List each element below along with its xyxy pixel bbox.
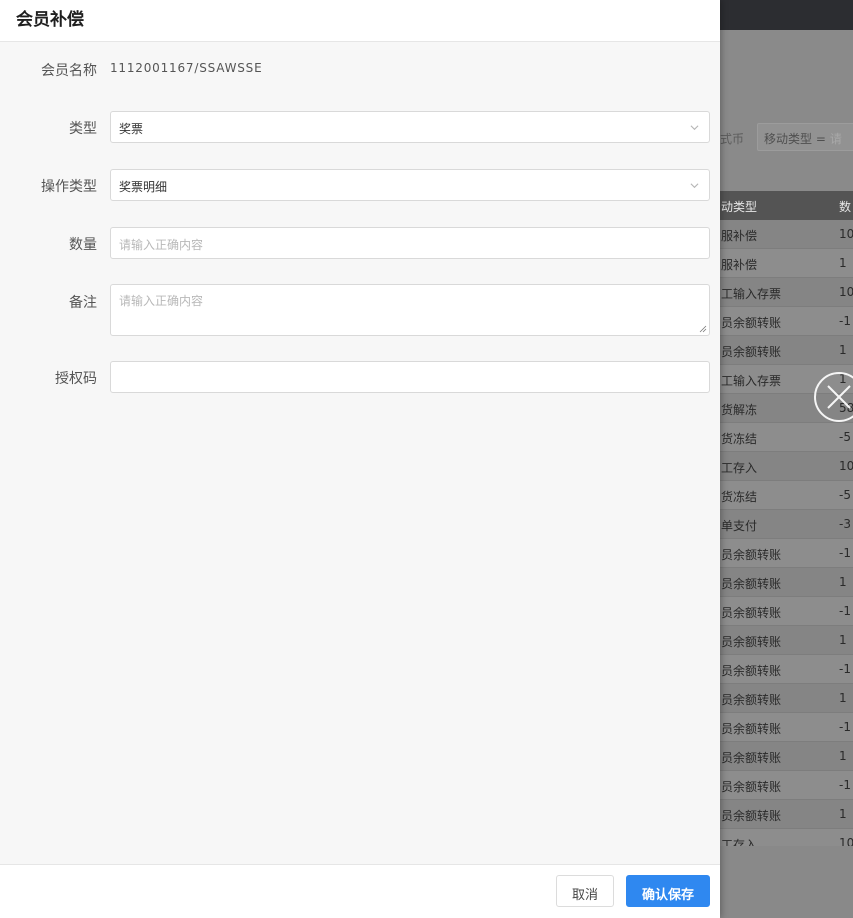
background-table-row: 服补偿 1 [720, 249, 853, 278]
move-type-cell: 工输入存票 [721, 287, 782, 301]
move-type-cell: 货冻结 [721, 432, 758, 446]
header-cell: 动类型 [721, 200, 758, 214]
quantity-label: 数量 [69, 237, 97, 253]
move-type-cell: 服补偿 [721, 258, 758, 272]
type-label: 类型 [69, 121, 97, 137]
quantity-cell: 1 [839, 633, 847, 647]
background-table: 动类型 数 服补偿 10 服补偿 1 工输入存票 10 员余额转账 -1 员余额转账 1 工输入存票… [720, 191, 853, 846]
background-table-row: 员余额转账 -1 [720, 771, 853, 800]
background-table-row: 单支付 -3 [720, 510, 853, 539]
background-table-row: 工存入 10 [720, 829, 853, 846]
auth-code-label: 授权码 [55, 371, 97, 387]
move-type-cell: 员余额转账 [721, 577, 782, 591]
background-table-row: 员余额转账 -1 [720, 655, 853, 684]
move-type-cell: 员余额转账 [721, 606, 782, 620]
background-table-row: 员余额转账 1 [720, 800, 853, 829]
quantity-cell: 1 [839, 575, 847, 589]
background-filter-tail: 式币 [720, 132, 745, 146]
background-table-row: 员余额转账 -1 [720, 539, 853, 568]
quantity-cell: -1 [839, 314, 851, 328]
background-table-row: 工输入存票 10 [720, 278, 853, 307]
move-type-filter-placeholder: 请 [829, 132, 842, 146]
move-type-cell: 货冻结 [721, 490, 758, 504]
move-type-cell: 员余额转账 [721, 664, 782, 678]
quantity-cell: -1 [839, 720, 851, 734]
member-name-value: 1112001167/SSAWSSE [110, 61, 263, 75]
quantity-cell: -5 [839, 430, 851, 444]
move-type-cell: 员余额转账 [721, 751, 782, 765]
background-table-row: 员余额转账 1 [720, 684, 853, 713]
background-table-body: 服补偿 10 服补偿 1 工输入存票 10 员余额转账 -1 员余额转账 1 工输入存票 1 货解冻 58… [720, 220, 853, 846]
background-table-row: 工存入 10 [720, 452, 853, 481]
move-type-cell: 工存入 [721, 461, 758, 475]
quantity-cell: -1 [839, 778, 851, 792]
background-table-row: 服补偿 10 [720, 220, 853, 249]
move-type-cell: 工输入存票 [721, 374, 782, 388]
background-table-row: 货冻结 -5 [720, 423, 853, 452]
quantity-cell: -1 [839, 546, 851, 560]
close-icon [827, 385, 851, 409]
move-type-cell: 工存入 [721, 838, 758, 846]
background-filter: 式币 移动类型 = 请 [720, 123, 853, 153]
remark-label: 备注 [69, 295, 97, 311]
background-table-row: 员余额转账 1 [720, 568, 853, 597]
type-select[interactable]: 奖票 [110, 111, 710, 143]
background-table-row: 员余额转账 1 [720, 742, 853, 771]
move-type-cell: 员余额转账 [721, 809, 782, 823]
drawer-title: 会员补偿 [16, 10, 84, 30]
move-type-cell: 服补偿 [721, 229, 758, 243]
quantity-cell: 1 [839, 749, 847, 763]
resize-handle-icon[interactable] [699, 325, 707, 333]
move-type-cell: 员余额转账 [721, 722, 782, 736]
remark-textarea[interactable]: 请输入正确内容 [110, 284, 710, 336]
quantity-cell: -5 [839, 488, 851, 502]
background-table-row: 员余额转账 -1 [720, 597, 853, 626]
type-select-value: 奖票 [119, 122, 144, 136]
quantity-cell: -1 [839, 662, 851, 676]
quantity-placeholder: 请输入正确内容 [119, 238, 204, 252]
quantity-cell: -3 [839, 517, 851, 531]
background-table-header: 动类型 数 [720, 191, 853, 220]
quantity-cell: 10 [839, 836, 853, 846]
quantity-input[interactable]: 请输入正确内容 [110, 227, 710, 259]
move-type-cell: 单支付 [721, 519, 758, 533]
chevron-down-icon [690, 125, 699, 131]
move-type-filter-label: 移动类型 = [764, 132, 826, 146]
move-type-cell: 员余额转账 [721, 548, 782, 562]
quantity-cell: -1 [839, 604, 851, 618]
background-table-row: 员余额转账 1 [720, 626, 853, 655]
quantity-cell: 1 [839, 807, 847, 821]
quantity-cell: 1 [839, 343, 847, 357]
member-name-label: 会员名称 [41, 63, 97, 79]
operation-type-select-value: 奖票明细 [119, 180, 168, 194]
header-cell: 数 [839, 200, 852, 214]
background-table-row: 货冻结 -5 [720, 481, 853, 510]
background-table-row: 员余额转账 -1 [720, 713, 853, 742]
move-type-cell: 员余额转账 [721, 345, 782, 359]
background-table-row: 员余额转账 1 [720, 336, 853, 365]
background-footer [720, 846, 853, 918]
move-type-filter: 移动类型 = 请 [757, 123, 853, 151]
quantity-cell: 10 [839, 227, 853, 241]
move-type-cell: 员余额转账 [721, 693, 782, 707]
confirm-save-button[interactable]: 确认保存 [626, 875, 710, 907]
member-compensation-drawer: 会员补偿 会员名称 1112001167/SSAWSSE 类型 奖票 操作类型 … [0, 0, 720, 918]
drawer-header: 会员补偿 [0, 0, 720, 42]
remark-placeholder: 请输入正确内容 [119, 294, 204, 308]
quantity-cell: 1 [839, 256, 847, 270]
operation-type-label: 操作类型 [41, 179, 97, 195]
operation-type-select[interactable]: 奖票明细 [110, 169, 710, 201]
quantity-cell: 10 [839, 285, 853, 299]
cancel-button[interactable]: 取消 [556, 875, 614, 907]
move-type-cell: 员余额转账 [721, 635, 782, 649]
quantity-cell: 10 [839, 459, 853, 473]
quantity-cell: 1 [839, 691, 847, 705]
move-type-cell: 员余额转账 [721, 780, 782, 794]
drawer-footer: 取消 确认保存 [0, 864, 720, 918]
chevron-down-icon [690, 183, 699, 189]
auth-code-input[interactable] [110, 361, 710, 393]
background-table-row: 员余额转账 -1 [720, 307, 853, 336]
move-type-cell: 员余额转账 [721, 316, 782, 330]
move-type-cell: 货解冻 [721, 403, 758, 417]
